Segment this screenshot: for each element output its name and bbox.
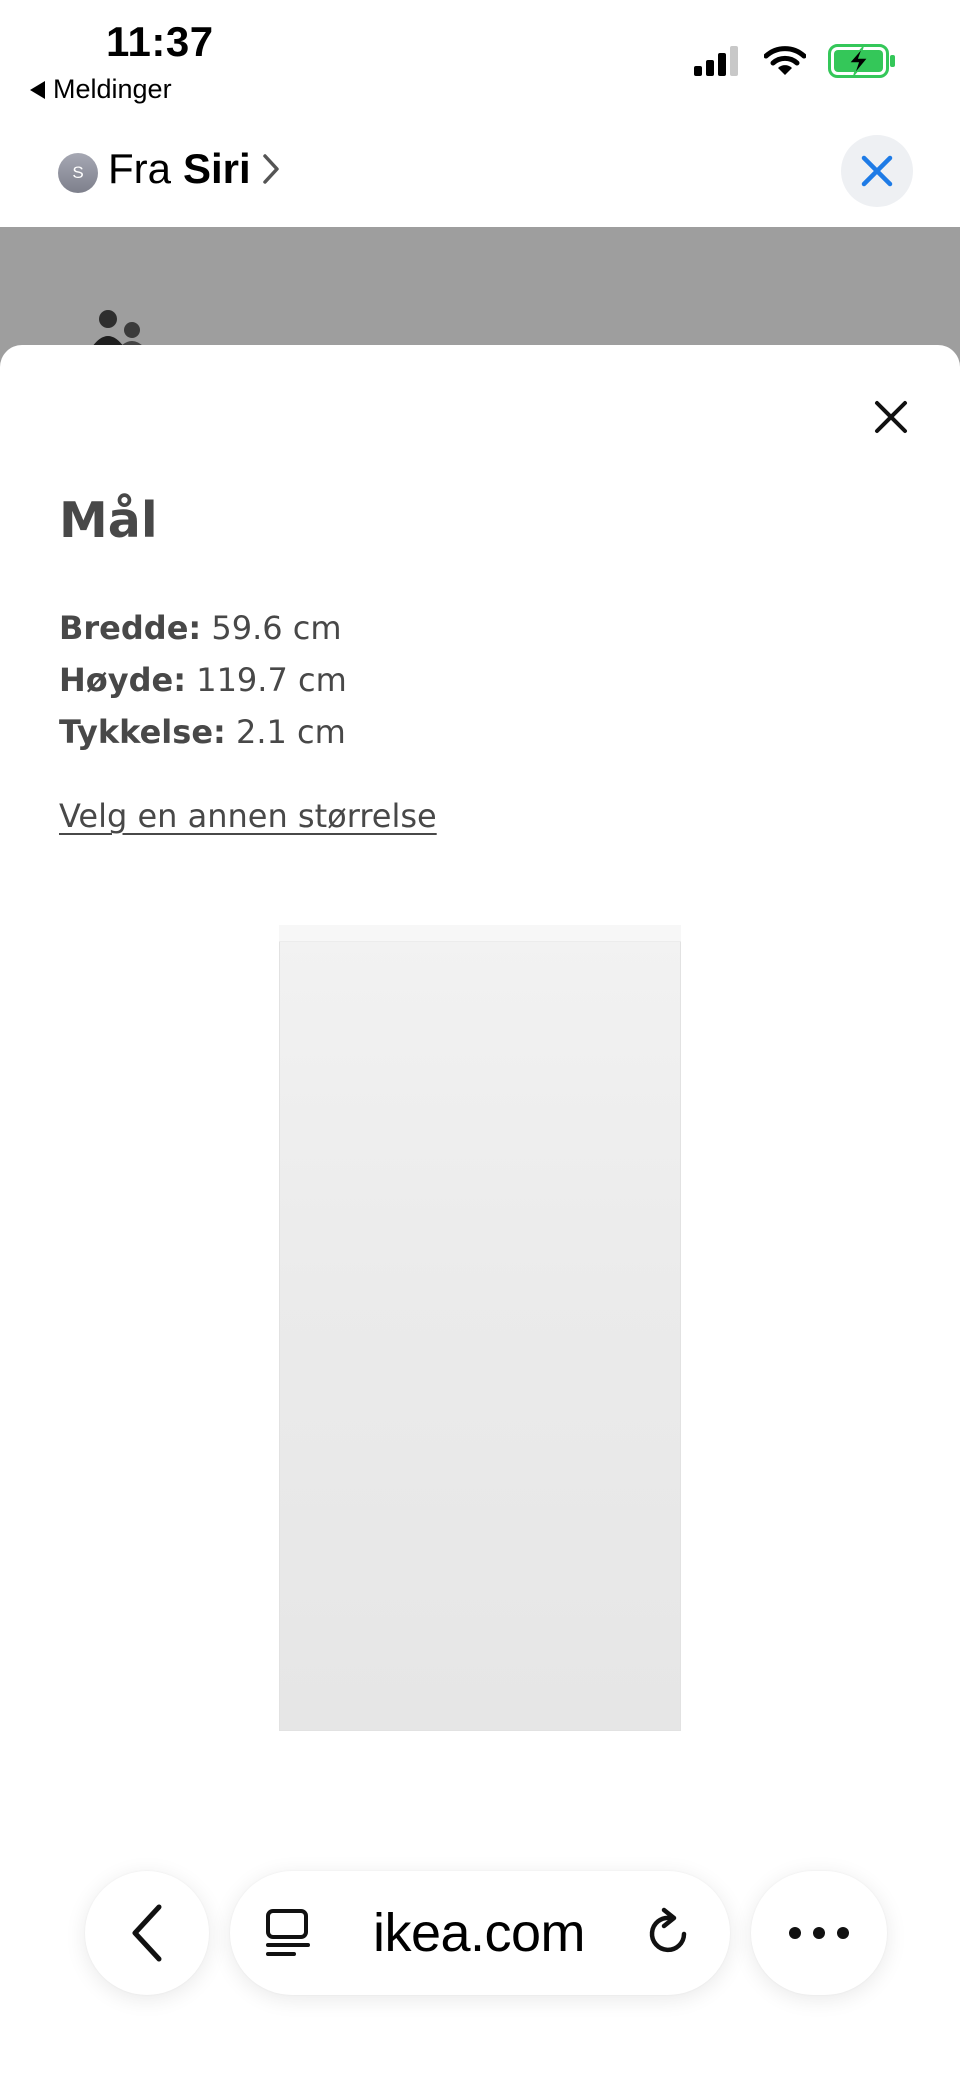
status-icons — [694, 44, 896, 78]
message-header: S Fra Siri — [0, 115, 960, 227]
sender-name: Siri — [183, 145, 251, 192]
close-web-view-button[interactable] — [841, 135, 913, 207]
sender-prefix: Fra — [108, 145, 171, 192]
status-time: 11:37 — [106, 18, 214, 65]
dimension-label: Høyde: — [59, 661, 187, 699]
status-bar: 11:37 Meldinger — [0, 0, 960, 115]
dimension-row-thickness: Tykkelse: 2.1 cm — [59, 706, 347, 758]
back-triangle-icon — [30, 80, 45, 99]
dimensions-list: Bredde: 59.6 cm Høyde: 119.7 cm Tykkelse… — [59, 602, 347, 758]
sender-avatar: S — [58, 153, 98, 193]
dimension-value: 119.7 cm — [196, 661, 347, 699]
cellular-signal-icon — [694, 46, 738, 76]
sheet-title: Mål — [59, 492, 158, 549]
browser-toolbar: ikea.com — [0, 1840, 960, 2078]
sender-line[interactable]: Fra Siri — [108, 145, 281, 193]
close-icon — [875, 401, 907, 433]
back-to-app-label: Meldinger — [53, 74, 172, 104]
address-domain: ikea.com — [372, 1903, 586, 1963]
more-dots-icon — [789, 1927, 849, 1939]
dimension-row-width: Bredde: 59.6 cm — [59, 602, 347, 654]
battery-charging-icon — [828, 44, 895, 78]
back-to-app-button[interactable]: Meldinger — [30, 74, 172, 105]
dimension-label: Bredde: — [59, 609, 202, 647]
reload-icon[interactable] — [644, 1906, 694, 1960]
dimension-value: 59.6 cm — [211, 609, 342, 647]
more-options-button[interactable] — [751, 1871, 887, 1995]
chevron-right-icon — [261, 152, 281, 186]
dimensions-sheet: Mål Bredde: 59.6 cm Høyde: 119.7 cm Tykk… — [0, 345, 960, 2078]
dimension-row-height: Høyde: 119.7 cm — [59, 654, 347, 706]
people-photo-thumbnail — [92, 310, 144, 347]
sheet-close-button[interactable] — [866, 392, 916, 442]
dimension-value: 2.1 cm — [235, 713, 346, 751]
wifi-icon — [764, 46, 806, 75]
reader-mode-icon[interactable] — [264, 1907, 314, 1959]
product-image-top-edge — [279, 925, 681, 942]
product-image — [279, 925, 681, 1731]
address-bar[interactable]: ikea.com — [230, 1871, 730, 1995]
choose-other-size-link[interactable]: Velg en annen størrelse — [59, 797, 437, 835]
close-icon — [861, 155, 893, 187]
chevron-left-icon — [132, 1904, 162, 1962]
dimension-label: Tykkelse: — [59, 713, 226, 751]
back-button[interactable] — [85, 1871, 209, 1995]
